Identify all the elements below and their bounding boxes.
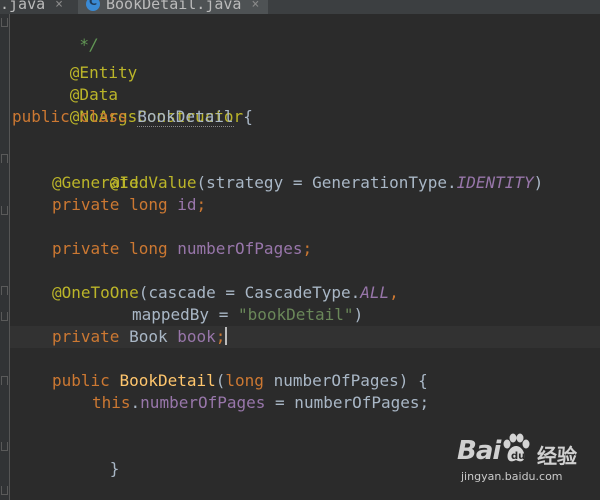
baidu-jingyan-watermark: Bai du 经验 jingyan.baidu.com: [455, 432, 595, 492]
baidu-paw-icon: du: [503, 433, 530, 462]
code-line-current: private Book book;: [52, 327, 228, 346]
svg-text:du: du: [511, 451, 525, 462]
tab-bookdetail-java[interactable]: BookDetail.java ×: [78, 0, 268, 14]
code-line: @OneToOne(cascade = CascadeType.ALL,: [52, 283, 399, 302]
code-line: @Data: [69, 85, 118, 104]
code-line: }: [109, 459, 120, 478]
fold-close-icon[interactable]: [1, 18, 8, 27]
watermark-url: jingyan.baidu.com: [461, 470, 563, 483]
code-line: this.numberOfPages = numberOfPages;: [92, 393, 430, 412]
java-class-icon: [86, 0, 100, 11]
watermark-jingyan: 经验: [537, 444, 577, 468]
tab-label: BookDetail.java: [106, 0, 242, 13]
fold-close-icon[interactable]: [1, 442, 8, 451]
code-line: }: [12, 480, 79, 500]
class-name: BookDetail: [137, 107, 234, 127]
code-line: @Id: [109, 173, 139, 192]
code-line: private long numberOfPages;: [52, 239, 313, 258]
code-line: public BookDetail(long numberOfPages) {: [52, 371, 428, 390]
fold-open-icon[interactable]: [1, 286, 8, 295]
close-icon[interactable]: ×: [55, 0, 63, 12]
code-line: private long id;: [52, 195, 207, 214]
close-icon[interactable]: ×: [251, 0, 259, 12]
editor-gutter: [0, 14, 10, 500]
code-line: @GeneratedValue(strategy = GenerationTyp…: [52, 173, 544, 192]
fold-open-icon[interactable]: [1, 376, 8, 385]
fold-close-icon[interactable]: [1, 486, 8, 495]
code-line: @NoArgsConstructor: [69, 107, 244, 126]
code-line: public class BookDetail {: [12, 107, 253, 127]
fold-close-icon[interactable]: [1, 312, 8, 321]
code-line: mappedBy = "bookDetail"): [132, 305, 364, 324]
fold-open-icon[interactable]: [1, 154, 8, 163]
text-caret: [225, 327, 228, 345]
fold-close-icon[interactable]: [1, 206, 8, 215]
code-line: */: [69, 35, 99, 54]
code-line: @Entity: [69, 63, 138, 82]
editor-window: .java × BookDetail.java × */ @Entity @Da…: [0, 0, 600, 500]
watermark-brand: Bai: [457, 436, 501, 466]
